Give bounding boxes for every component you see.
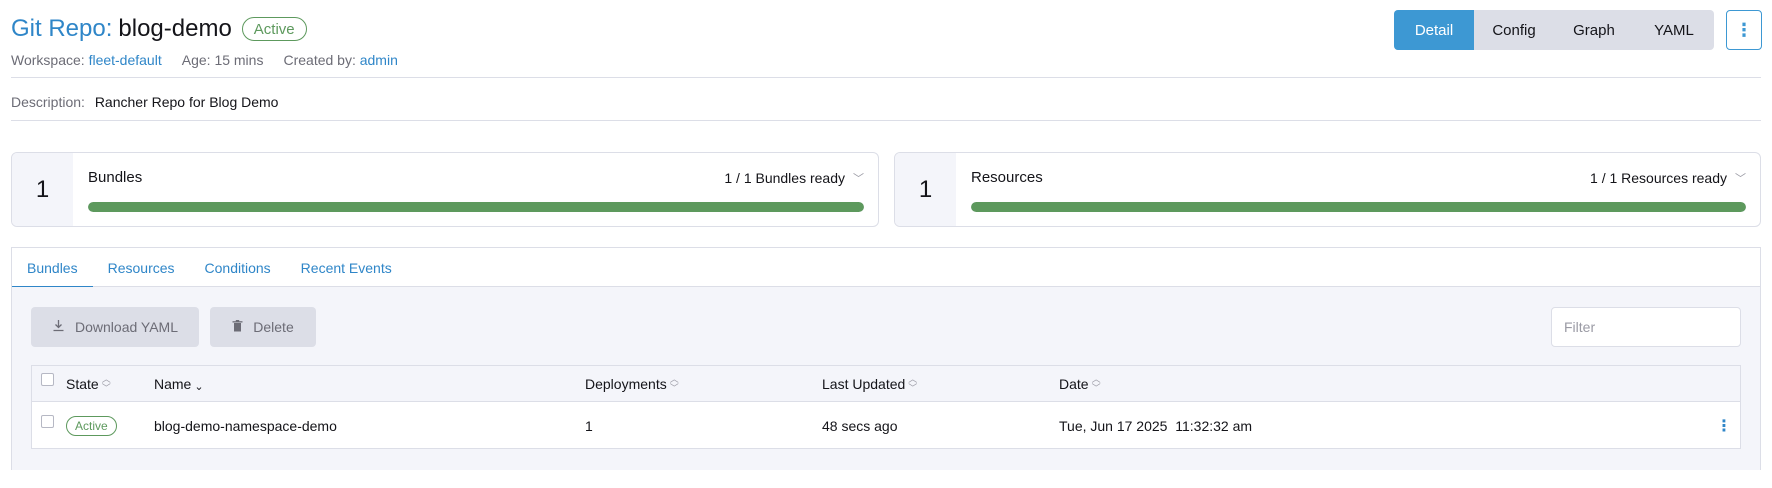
delete-label: Delete [253,319,294,335]
view-config-button[interactable]: Config [1474,10,1554,50]
sort-icon: ︿ ﹀ [1091,374,1101,393]
bundles-table: State ︿ ﹀ Name ⌄ Deployments ︿ ﹀ Last Upda… [31,365,1741,449]
resources-ready-toggle[interactable]: 1 / 1 Resources ready ﹀ [1590,170,1746,186]
resources-ready-text: 1 / 1 Resources ready [1590,170,1727,186]
bundles-count: 1 [12,153,73,226]
tabs-container: Bundles Resources Conditions Recent Even… [11,247,1761,470]
sort-desc-icon: ⌄ [194,380,204,393]
bundles-progress-fill [88,202,864,212]
row-last-updated: 48 secs ago [822,417,898,434]
page-title-name: blog-demo [118,15,232,42]
view-detail-button[interactable]: Detail [1394,10,1474,50]
select-all-checkbox[interactable] [41,373,54,386]
bundles-label: Bundles [88,169,143,186]
view-yaml-button[interactable]: YAML [1634,10,1714,50]
download-icon [52,319,65,335]
sort-icon: ︿ ﹀ [669,374,679,393]
tab-recent-events[interactable]: Recent Events [286,248,407,287]
status-badge: Active [241,17,307,41]
resources-progress-bar [971,202,1746,212]
bundles-summary-card: 1 Bundles 1 / 1 Bundles ready ﹀ [11,152,879,227]
download-yaml-button[interactable]: Download YAML [31,307,199,347]
description-row: Description: Rancher Repo for Blog Demo [11,94,278,110]
delete-button[interactable]: Delete [210,307,316,347]
column-label-name: Name [154,376,192,392]
chevron-down-icon: ﹀ [853,173,864,185]
kebab-vertical-icon: ⋮ [1735,19,1753,40]
bundles-progress-bar [88,202,864,212]
workspace-meta: Workspace: fleet-default [11,52,162,68]
meta-row: Workspace: fleet-default Age: 15 mins Cr… [11,52,398,68]
row-name-link[interactable]: blog-demo-namespace-demo [154,402,337,449]
row-select-checkbox[interactable] [41,415,54,428]
row-date: Tue, Jun 17 2025 11:32:32 am [1059,417,1253,434]
divider [11,120,1761,121]
row-state: Active [66,402,117,449]
tab-conditions[interactable]: Conditions [190,248,286,287]
column-label-deployments: Deployments [585,376,667,392]
age-value: 15 mins [214,52,264,68]
tab-bundles[interactable]: Bundles [12,248,93,288]
bundles-ready-text: 1 / 1 Bundles ready [724,170,845,186]
description-label: Description: [11,94,85,110]
more-actions-button[interactable]: ⋮ [1726,10,1762,50]
workspace-link[interactable]: fleet-default [89,52,162,68]
page-title-prefix[interactable]: Git Repo: [11,15,112,43]
age-label: Age: [181,52,211,68]
resources-label: Resources [971,169,1043,186]
resources-progress-fill [971,202,1746,212]
column-label-last-updated: Last Updated [822,376,906,392]
workspace-label: Workspace: [11,52,85,68]
divider [11,77,1761,78]
filter-input[interactable] [1551,307,1741,347]
description-value: Rancher Repo for Blog Demo [94,94,279,110]
created-label: Created by: [283,52,356,68]
download-yaml-label: Download YAML [75,319,178,335]
age-meta: Age: 15 mins [182,52,264,68]
row-status-badge: Active [66,415,117,436]
column-label-state: State [66,376,99,392]
view-switch: Detail Config Graph YAML [1394,10,1714,50]
kebab-vertical-icon: ⋮ [1716,417,1732,435]
table-header: State ︿ ﹀ Name ⌄ Deployments ︿ ﹀ Last Upda… [32,366,1740,402]
page-title: Git Repo: blog-demo Active [11,14,307,44]
table-row: Active blog-demo-namespace-demo 1 48 sec… [32,402,1740,449]
row-actions-button[interactable]: ⋮ [1716,402,1732,449]
created-meta: Created by: admin [283,52,397,68]
chevron-down-icon: ﹀ [1735,173,1746,185]
column-header-last-updated[interactable]: Last Updated ︿ ﹀ [822,366,917,402]
trash-icon [232,319,243,335]
tab-resources[interactable]: Resources [93,248,190,287]
tab-bar: Bundles Resources Conditions Recent Even… [12,248,1760,288]
column-header-deployments[interactable]: Deployments ︿ ﹀ [585,366,679,402]
resources-summary-card: 1 Resources 1 / 1 Resources ready ﹀ [894,152,1761,227]
column-header-date[interactable]: Date ︿ ﹀ [1059,366,1101,402]
view-graph-button[interactable]: Graph [1554,10,1634,50]
column-header-state[interactable]: State ︿ ﹀ [66,366,111,402]
sort-icon: ︿ ﹀ [908,374,918,393]
resources-count: 1 [895,153,956,226]
column-label-date: Date [1059,376,1089,392]
row-deployments: 1 [585,417,593,434]
bundles-ready-toggle[interactable]: 1 / 1 Bundles ready ﹀ [724,170,864,186]
created-by-link[interactable]: admin [360,52,398,68]
column-header-name[interactable]: Name ⌄ [154,366,204,402]
sort-icon: ︿ ﹀ [101,374,111,393]
tab-content-bundles: Download YAML Delete State ︿﹀ Name ⌄ [12,287,1760,470]
